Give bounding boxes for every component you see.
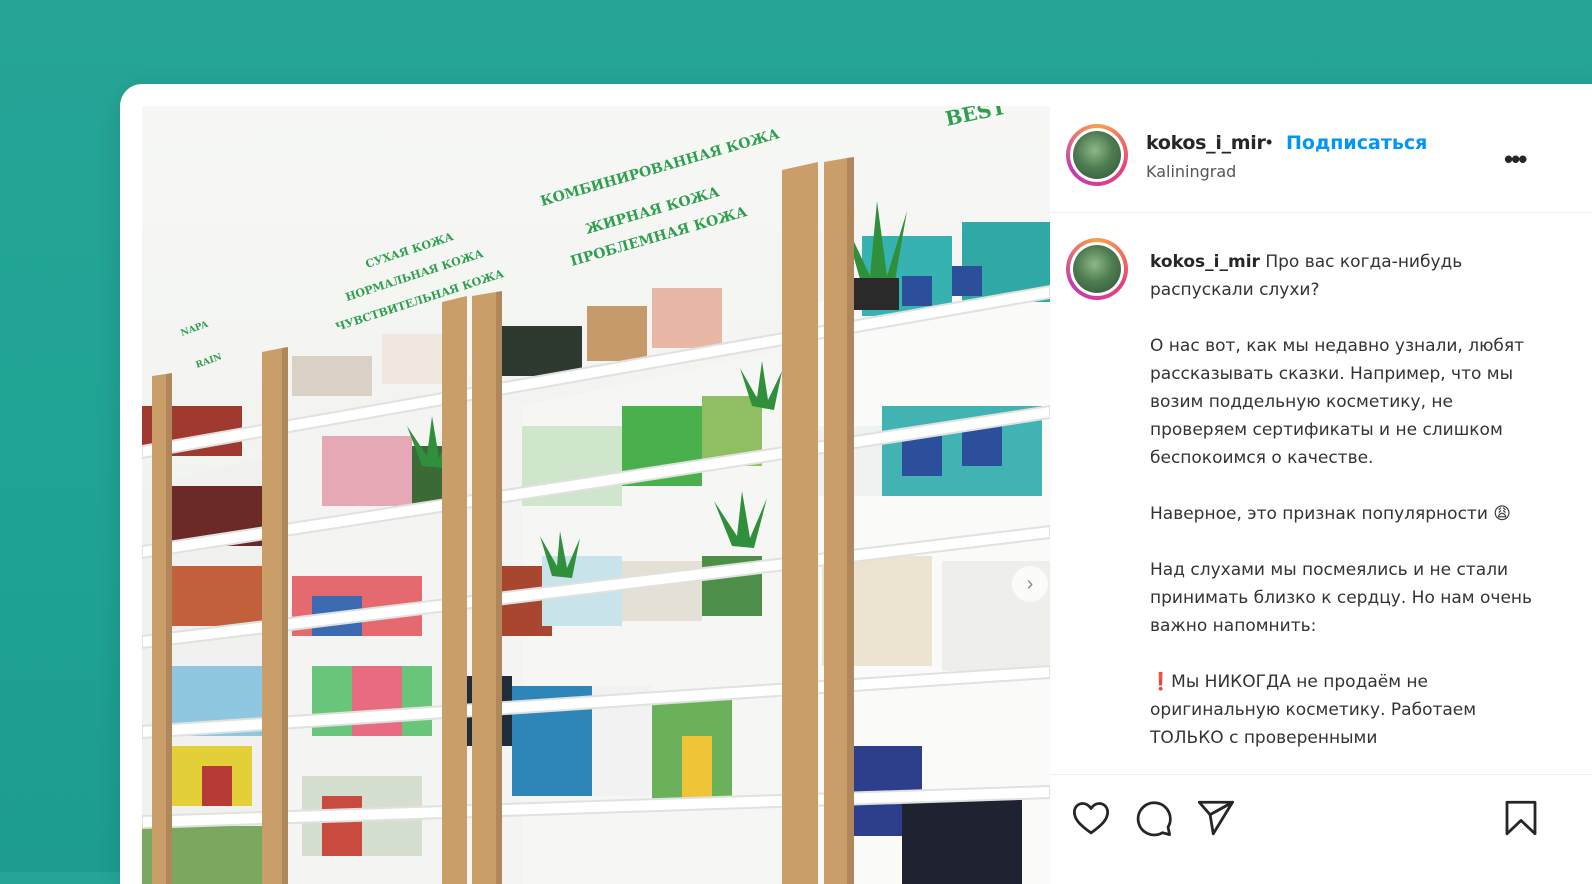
instagram-post-card: BEST КОМБИНИРОВАННАЯ КОЖА ЖИРНАЯ КОЖА ПР… xyxy=(120,84,1592,884)
location-link[interactable]: Kaliningrad xyxy=(1146,162,1236,181)
bookmark-icon[interactable] xyxy=(1500,797,1542,844)
caption-paragraph: ❗Мы НИКОГДА не продаём не оригинальную к… xyxy=(1150,672,1477,748)
store-shelves-illustration: BEST КОМБИНИРОВАННАЯ КОЖА ЖИРНАЯ КОЖА ПР… xyxy=(142,106,1050,884)
share-icon[interactable] xyxy=(1194,797,1236,844)
follow-button[interactable]: Подписаться xyxy=(1286,132,1427,154)
post-header: kokos_i_mir • Подписаться Kaliningrad ••… xyxy=(1050,106,1592,213)
post-photo[interactable]: BEST КОМБИНИРОВАННАЯ КОЖА ЖИРНАЯ КОЖА ПР… xyxy=(142,106,1050,884)
post-side-panel: kokos_i_mir • Подписаться Kaliningrad ••… xyxy=(1050,84,1592,884)
caption-text: kokos_i_mir Про вас когда-нибудь распуск… xyxy=(1150,248,1545,774)
carousel-next-button[interactable]: › xyxy=(1012,566,1048,602)
avatar-image xyxy=(1073,131,1121,179)
caption-avatar[interactable] xyxy=(1066,238,1128,300)
separator-dot: • xyxy=(1266,132,1273,152)
caption-username[interactable]: kokos_i_mir xyxy=(1150,252,1260,272)
more-options-icon[interactable]: ••• xyxy=(1504,144,1527,175)
avatar-image xyxy=(1073,245,1121,293)
post-actions-bar xyxy=(1050,774,1592,884)
caption-paragraph: Над слухами мы посмеялись и не стали при… xyxy=(1150,560,1533,636)
caption-area: kokos_i_mir Про вас когда-нибудь распуск… xyxy=(1050,214,1592,774)
comment-icon[interactable] xyxy=(1132,797,1174,844)
caption-paragraph: О нас вот, как мы недавно узнали, любят … xyxy=(1150,336,1525,468)
heart-icon[interactable] xyxy=(1070,797,1112,844)
chevron-right-icon: › xyxy=(1026,572,1034,595)
username-link[interactable]: kokos_i_mir xyxy=(1146,132,1266,154)
avatar[interactable] xyxy=(1066,124,1128,186)
caption-paragraph: Наверное, это признак популярности 😩 xyxy=(1150,504,1512,524)
